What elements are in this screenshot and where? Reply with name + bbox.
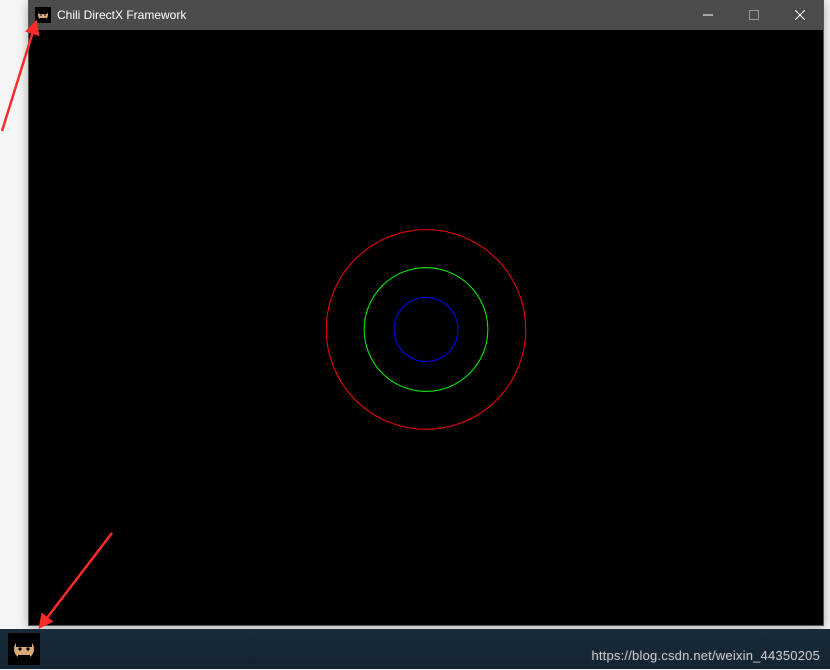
close-button[interactable]	[777, 0, 823, 30]
client-area	[29, 30, 823, 625]
application-window: Chili DirectX Framework	[28, 0, 824, 626]
circle-outer	[326, 230, 525, 430]
maximize-button[interactable]	[731, 0, 777, 30]
minimize-button[interactable]	[685, 0, 731, 30]
app-icon	[35, 7, 51, 23]
circles-render	[29, 30, 823, 625]
window-controls	[685, 0, 823, 30]
titlebar[interactable]: Chili DirectX Framework	[29, 0, 823, 30]
taskbar-app-icon[interactable]	[8, 633, 40, 665]
circle-inner	[394, 298, 458, 362]
watermark-text: https://blog.csdn.net/weixin_44350205	[591, 648, 820, 663]
circle-middle	[364, 268, 488, 392]
window-title: Chili DirectX Framework	[57, 8, 685, 22]
